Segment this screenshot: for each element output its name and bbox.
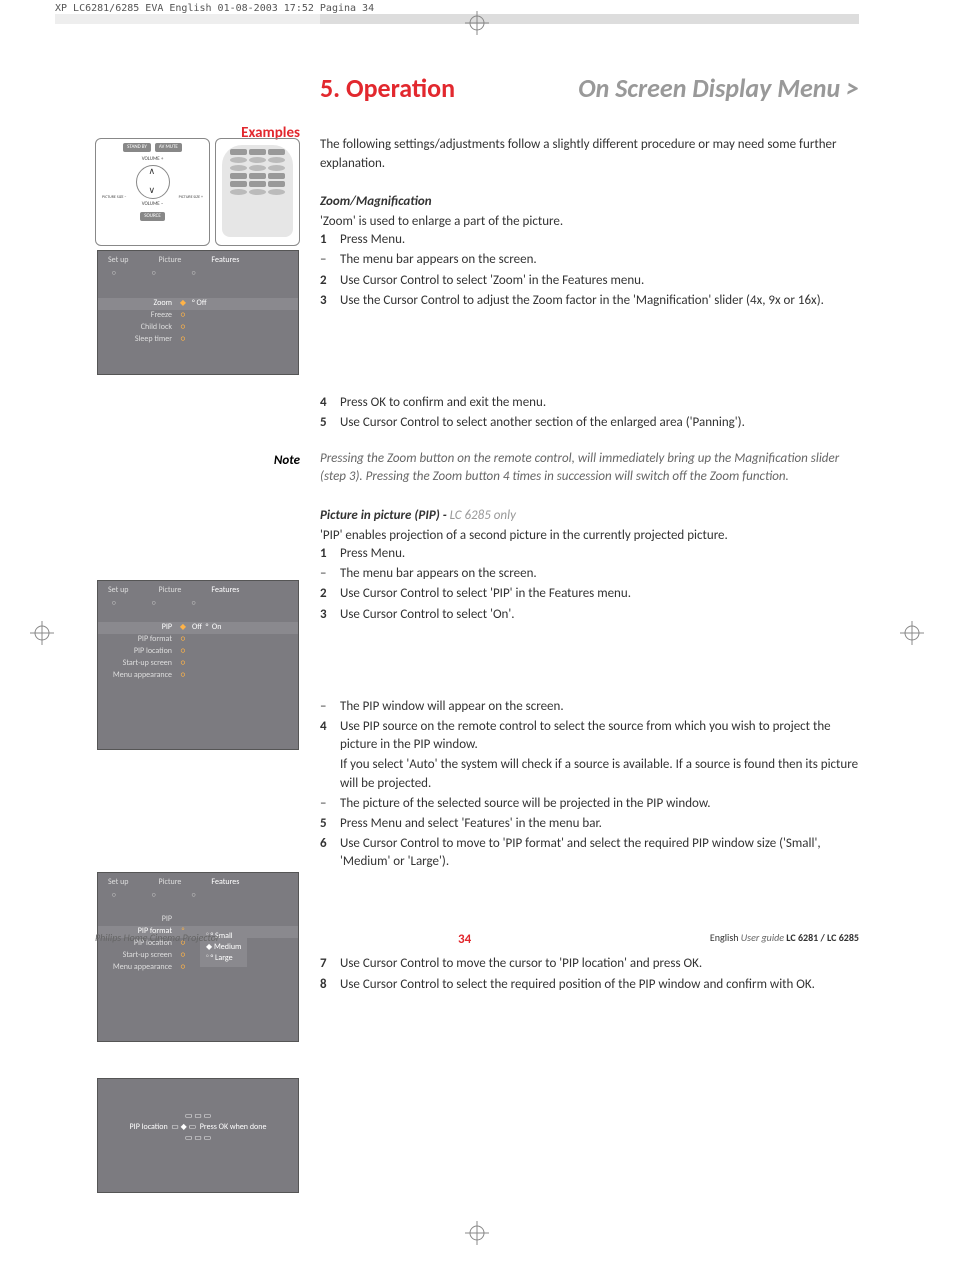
print-registration-bottom: [465, 1221, 489, 1245]
page-footer: Philips Home Cinema Projector 34 English…: [95, 931, 859, 949]
dpad-icon: [136, 165, 170, 199]
osd-zoom-screenshot: Set upPictureFeatures ○○○ Zoom◆° Off Fre…: [97, 250, 299, 375]
osd-pip-location-screenshot: ▭ ▭ ▭ PIP location ▭ ◆ ▭ Press OK when d…: [97, 1078, 299, 1193]
osd-pip-format-screenshot: Set upPictureFeatures ○○○ PIP PIP format…: [97, 872, 299, 1042]
zoom-heading: Zoom/Magnification: [320, 193, 859, 211]
zoom-desc: 'Zoom' is used to enlarge a part of the …: [320, 213, 859, 231]
side-heading-note: Note: [95, 452, 300, 470]
pip-steps: 1Press Menu. –The menu bar appears on th…: [320, 545, 859, 624]
osd-pip-screenshot: Set upPictureFeatures ○○○ PIP◆Off ° On P…: [97, 580, 299, 750]
note-body: Pressing the Zoom button on the remote c…: [320, 450, 859, 486]
pip-heading: Picture in picture (PIP) - LC 6285 only: [320, 507, 859, 525]
pip-steps-cont: –The PIP window will appear on the scree…: [320, 698, 859, 872]
zoom-steps: 1Press Menu. –The menu bar appears on th…: [320, 231, 859, 310]
pip-desc: 'PIP' enables projection of a second pic…: [320, 527, 859, 545]
intro-paragraph: The following settings/adjustments follo…: [320, 136, 859, 172]
footer-page-number: 34: [458, 931, 471, 949]
chapter-header: 5. Operation On Screen Display Menu >: [320, 70, 859, 106]
illustration-control-panel: STAND BYAV MUTE VOLUME + PICTURE SIZE – …: [95, 138, 210, 246]
footer-right: English User guide LC 6281 / LC 6285: [710, 931, 859, 949]
pip-steps-cont2: 7Use Cursor Control to move the cursor t…: [320, 955, 859, 993]
zoom-steps-cont: 4Press OK to confirm and exit the menu. …: [320, 394, 859, 432]
chapter-number: 5. Operation: [320, 70, 455, 106]
illustration-remote: [215, 138, 300, 246]
chapter-title: On Screen Display Menu >: [578, 70, 859, 106]
footer-left: Philips Home Cinema Projector: [95, 931, 219, 949]
